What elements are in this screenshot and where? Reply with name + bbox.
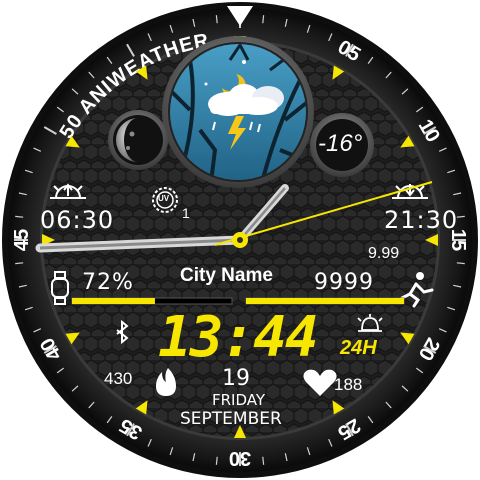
bezel-number: 30: [229, 447, 251, 469]
sunrise-time: 06:30: [40, 206, 115, 234]
uv-index: 1: [182, 205, 190, 221]
heart-rate-value: 188: [334, 375, 363, 394]
digital-time: 13:44: [158, 305, 319, 370]
city-name[interactable]: City Name: [180, 266, 273, 285]
calories-value: 430: [104, 369, 133, 388]
steps-progress-bar: [245, 297, 405, 305]
pressure-value: 9.99: [368, 245, 400, 262]
temperature-value: -16°: [318, 130, 363, 157]
bezel-tick: [456, 262, 465, 265]
steps-value: 9999: [314, 270, 374, 295]
bezel-tick: [262, 456, 265, 465]
humidity-value: 72%: [82, 270, 134, 295]
date-month: SEPTEMBER: [180, 409, 282, 429]
date-day: 19: [222, 366, 250, 391]
humidity-progress-bar: [71, 297, 233, 305]
uv-label: UV: [158, 194, 170, 203]
time-format: 24H: [340, 337, 377, 359]
bezel-number: 45: [11, 229, 33, 251]
bezel-tick: [15, 262, 24, 265]
date-weekday: FRIDAY: [212, 391, 266, 409]
bezel-tick: [215, 456, 218, 465]
sunset-time: 21:30: [384, 206, 459, 234]
moon-phase-icon: [108, 110, 168, 170]
bezel-tick: [262, 15, 265, 24]
bezel-tick: [215, 15, 218, 24]
bezel-tick: [15, 215, 24, 218]
